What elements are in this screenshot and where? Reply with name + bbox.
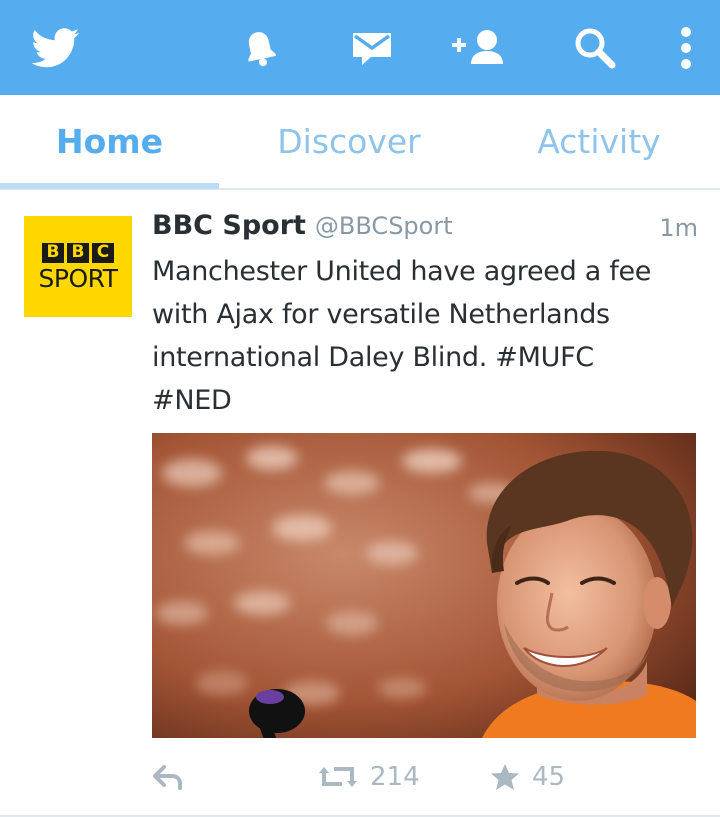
add-user-icon[interactable] bbox=[446, 0, 510, 95]
bbc-logo-letter: B bbox=[42, 242, 64, 263]
tweet-photo[interactable] bbox=[152, 433, 696, 738]
tweet-actions: 214 45 bbox=[0, 752, 720, 802]
tweet-header: BBC Sport @BBCSport 1m bbox=[152, 210, 698, 250]
bbc-logo-letters: B B C bbox=[42, 242, 114, 263]
tweet-timestamp: 1m bbox=[659, 214, 698, 242]
tweet-text-line: #NED bbox=[152, 385, 232, 416]
tweet-text-line: international Daley Blind. #MUFC bbox=[152, 342, 594, 373]
tweet-text-line: with Ajax for versatile Netherlands bbox=[152, 299, 610, 330]
favorite-button[interactable]: 45 bbox=[490, 752, 565, 802]
retweet-button[interactable]: 214 bbox=[318, 752, 420, 802]
search-icon[interactable] bbox=[570, 0, 620, 95]
reply-button[interactable] bbox=[152, 752, 184, 802]
tweet-text-line: Manchester United have agreed a fee bbox=[152, 256, 652, 287]
tab-discover[interactable]: Discover bbox=[229, 95, 469, 188]
retweet-count: 214 bbox=[370, 762, 420, 792]
bbc-logo-word: SPORT bbox=[38, 263, 118, 293]
active-tab-indicator bbox=[0, 183, 219, 189]
avatar[interactable]: B B C SPORT bbox=[24, 216, 132, 317]
bbc-logo-letter: B bbox=[67, 242, 89, 263]
reply-icon bbox=[152, 764, 184, 790]
tab-home[interactable]: Home bbox=[0, 95, 219, 188]
tweet-text: Manchester United have agreed a fee with… bbox=[152, 250, 712, 422]
messages-envelope-icon[interactable] bbox=[348, 0, 396, 95]
user-handle[interactable]: @BBCSport bbox=[315, 212, 453, 240]
tab-activity[interactable]: Activity bbox=[478, 95, 720, 188]
app-top-bar bbox=[0, 0, 720, 95]
notifications-bell-icon[interactable] bbox=[236, 0, 284, 95]
twitter-bird-icon[interactable] bbox=[28, 0, 84, 95]
star-icon bbox=[490, 763, 520, 791]
overflow-menu-icon[interactable] bbox=[672, 0, 700, 95]
tab-bar: Home Discover Activity bbox=[0, 95, 720, 190]
retweet-icon bbox=[318, 764, 358, 790]
bbc-logo-letter: C bbox=[92, 242, 114, 263]
display-name[interactable]: BBC Sport bbox=[152, 210, 306, 241]
favorite-count: 45 bbox=[532, 762, 566, 792]
tweet-item[interactable]: B B C SPORT BBC Sport @BBCSport 1m Manch… bbox=[0, 192, 720, 817]
